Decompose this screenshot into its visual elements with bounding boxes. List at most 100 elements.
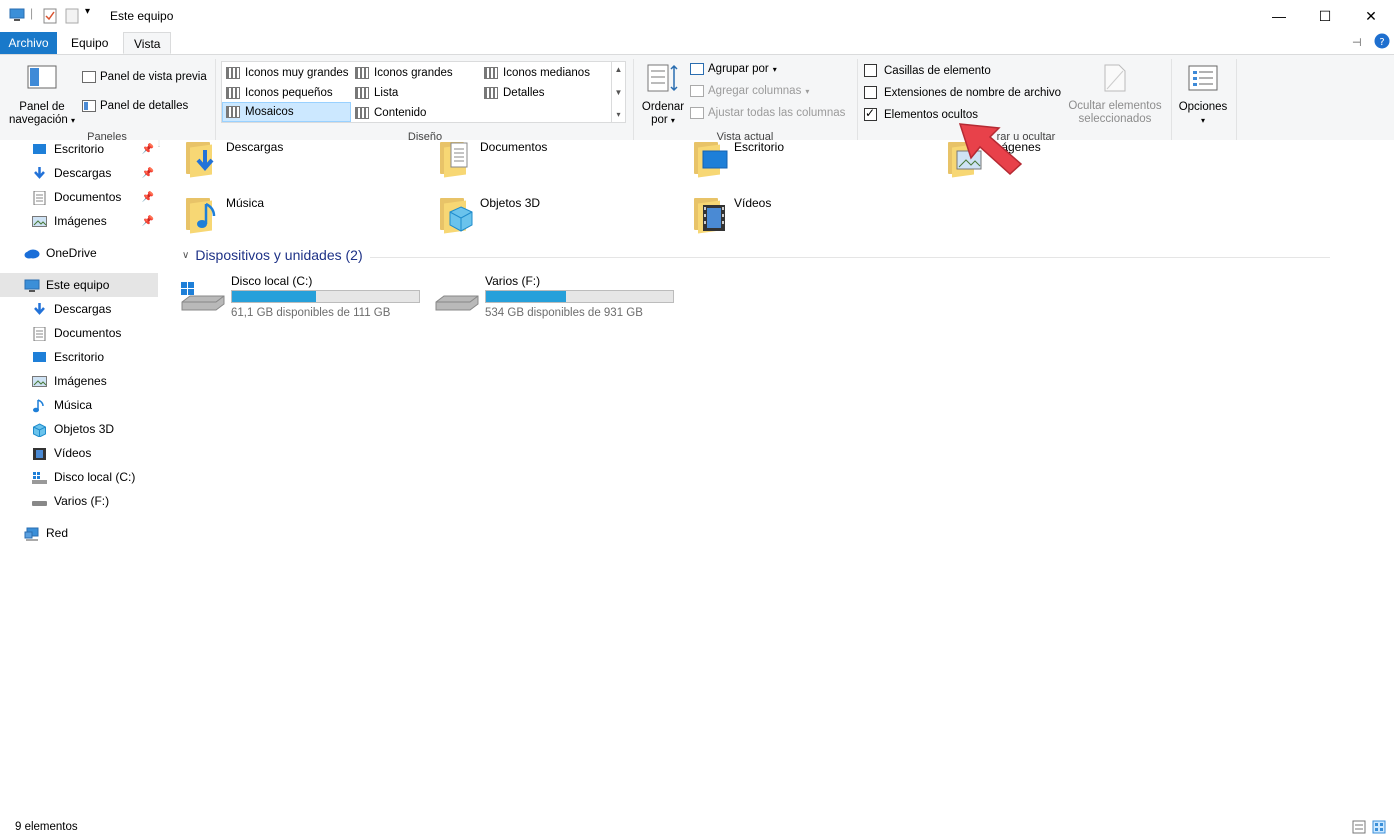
navigation-pane-button[interactable]: Panel de navegación ▾ <box>8 65 76 127</box>
help-icon[interactable]: ? <box>1374 33 1390 52</box>
hidden-items-checkbox[interactable] <box>864 106 877 121</box>
videos-folder-icon <box>692 194 725 234</box>
layout-extra-large-icons[interactable]: Iconos muy grandes <box>223 63 351 83</box>
document-icon <box>32 190 47 205</box>
layout-details[interactable]: Detalles <box>481 83 609 103</box>
group-separator <box>857 59 858 143</box>
layout-medium-icons[interactable]: Iconos medianos <box>481 63 609 83</box>
details-pane-button[interactable]: Panel de detalles <box>82 100 188 112</box>
download-icon <box>32 166 47 180</box>
gallery-scroll-up-icon[interactable]: ▲ <box>615 65 623 74</box>
network-icon <box>24 527 39 540</box>
nav-network[interactable]: Red <box>24 521 68 545</box>
minimize-button[interactable]: — <box>1256 0 1302 32</box>
options-icon <box>1188 65 1218 91</box>
maximize-button[interactable]: ☐ <box>1302 0 1348 32</box>
pin-ribbon-icon[interactable]: ⊣ <box>1352 36 1362 49</box>
layout-gallery: Iconos muy grandes Iconos grandes Iconos… <box>221 61 626 123</box>
pin-icon: 📌 <box>141 167 154 179</box>
hide-selected-icon <box>1104 64 1126 92</box>
tiles-view-icon[interactable] <box>1372 820 1386 837</box>
drive-f-free-space: 534 GB disponibles de 931 GB <box>485 307 643 319</box>
properties-icon[interactable] <box>43 8 57 27</box>
details-pane-icon <box>82 100 96 112</box>
fit-columns-icon <box>690 107 704 119</box>
nav-quick-descargas[interactable]: Descargas 📌 <box>32 161 158 185</box>
nav-pc-musica[interactable]: Música <box>32 393 92 417</box>
objects-3d-folder-icon <box>438 194 473 234</box>
nav-pc-disco-c[interactable]: Disco local (C:) <box>32 465 135 489</box>
section-divider <box>370 257 1330 258</box>
hide-selected-button[interactable]: Ocultar elementos seleccionados <box>1062 63 1168 126</box>
sort-by-button[interactable]: Ordenar por ▾ <box>638 63 688 127</box>
nav-onedrive[interactable]: OneDrive <box>24 241 158 265</box>
hide-selected-label-1: Ocultar elementos <box>1068 100 1162 112</box>
group-separator <box>1236 59 1237 143</box>
drive-f-name: Varios (F:) <box>485 274 541 288</box>
nav-pc-escritorio[interactable]: Escritorio <box>32 345 104 369</box>
gallery-expand-icon[interactable]: ▾ <box>616 110 620 119</box>
tab-archivo[interactable]: Archivo <box>0 32 57 54</box>
group-by-button[interactable]: Agrupar por ▾ <box>690 63 777 75</box>
item-checkboxes-toggle[interactable]: Casillas de elemento <box>864 64 991 77</box>
drive-c[interactable]: Disco local (C:) 61,1 GB disponibles de … <box>180 274 430 324</box>
fit-columns-button[interactable]: Ajustar todas las columnas <box>690 107 845 119</box>
nav-quick-documentos[interactable]: Documentos 📌 <box>32 185 158 209</box>
close-button[interactable]: ✕ <box>1348 0 1394 32</box>
devices-section-header[interactable]: ∨ Dispositivos y unidades (2) <box>182 247 363 263</box>
gallery-scroll-down-icon[interactable]: ▼ <box>615 88 623 97</box>
nav-quick-escritorio[interactable]: Escritorio 📌 <box>32 137 158 161</box>
nav-pc-varios-f[interactable]: Varios (F:) <box>32 489 109 513</box>
sort-by-icon <box>647 64 678 92</box>
layout-content[interactable]: Contenido <box>352 103 480 123</box>
item-checkboxes-checkbox[interactable] <box>864 64 877 77</box>
navigation-pane: Escritorio 📌 Descargas 📌 Documentos 📌 Im… <box>0 140 158 816</box>
options-button[interactable]: Opciones ▾ <box>1174 65 1232 127</box>
nav-pc-descargas[interactable]: Descargas <box>32 297 111 321</box>
folder-descargas[interactable]: Descargas <box>184 140 283 178</box>
tiles-icon <box>226 106 240 118</box>
nav-pc-documentos[interactable]: Documentos <box>32 321 121 345</box>
drive-c-usage-fill <box>232 291 317 302</box>
documents-folder-icon <box>438 140 470 178</box>
drive-icon <box>435 295 479 311</box>
preview-pane-button[interactable]: Panel de vista previa <box>82 71 207 83</box>
tab-vista[interactable]: Vista <box>123 32 172 54</box>
file-extensions-label: Extensiones de nombre de archivo <box>884 86 1062 99</box>
nav-this-pc[interactable]: Este equipo <box>0 273 158 297</box>
folder-documentos[interactable]: Documentos <box>438 140 547 178</box>
folder-objetos-3d[interactable]: Objetos 3D <box>438 194 540 234</box>
add-columns-label: Agregar columnas <box>708 85 802 97</box>
folder-escritorio[interactable]: Escritorio <box>692 140 784 178</box>
gallery-scrollbar[interactable]: ▲ ▼ ▾ <box>611 62 625 122</box>
computer-icon[interactable] <box>9 8 25 25</box>
details-view-icon[interactable] <box>1352 820 1366 837</box>
details-icon <box>484 87 498 99</box>
new-folder-icon[interactable] <box>65 8 79 27</box>
nav-pc-videos[interactable]: Vídeos <box>32 441 91 465</box>
drive-c-name: Disco local (C:) <box>231 274 313 288</box>
folder-videos[interactable]: Vídeos <box>692 194 771 234</box>
pictures-icon <box>32 375 47 388</box>
drive-icon <box>32 495 47 508</box>
nav-pc-objetos-3d[interactable]: Objetos 3D <box>32 417 114 441</box>
quick-access-dropdown-icon[interactable]: ▾ <box>85 6 90 17</box>
nav-quick-imagenes[interactable]: Imágenes 📌 <box>32 209 158 233</box>
layout-list[interactable]: Lista <box>352 83 480 103</box>
chevron-down-icon[interactable]: ∨ <box>182 250 189 261</box>
file-extensions-checkbox[interactable] <box>864 86 877 99</box>
drive-f[interactable]: Varios (F:) 534 GB disponibles de 931 GB <box>434 274 684 324</box>
downloads-folder-icon <box>184 140 216 178</box>
folder-musica[interactable]: Música <box>184 194 264 234</box>
file-extensions-toggle[interactable]: Extensiones de nombre de archivo <box>864 86 1061 99</box>
layout-tiles[interactable]: Mosaicos <box>222 102 351 122</box>
medium-icons-icon <box>484 67 498 79</box>
layout-small-icons[interactable]: Iconos pequeños <box>223 83 351 103</box>
small-icons-icon <box>226 87 240 99</box>
layout-large-icons[interactable]: Iconos grandes <box>352 63 480 83</box>
add-columns-button[interactable]: Agregar columnas ▾ <box>690 85 809 97</box>
nav-pc-imagenes[interactable]: Imágenes <box>32 369 107 393</box>
group-by-dropdown-icon: ▾ <box>772 64 777 74</box>
tab-equipo[interactable]: Equipo <box>61 32 118 54</box>
navigation-pane-icon <box>27 65 57 89</box>
